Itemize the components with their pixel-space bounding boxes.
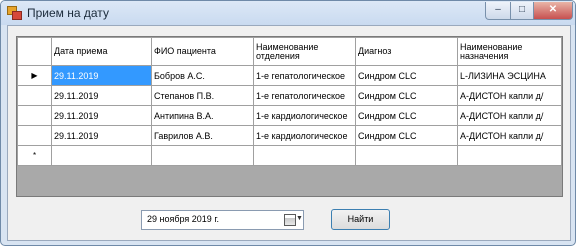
find-button[interactable]: Найти xyxy=(331,209,390,230)
header-row: Дата приема ФИО пациента Наименование от… xyxy=(17,37,562,66)
appointments-grid[interactable]: Дата приема ФИО пациента Наименование от… xyxy=(16,36,563,197)
cell-date[interactable]: 29.11.2019 xyxy=(51,125,152,146)
close-button[interactable]: ✕ xyxy=(533,2,573,20)
table-row[interactable]: 29.11.2019 Гаврилов А.В. 1-е кардиологич… xyxy=(17,125,562,146)
cell-diagnosis[interactable]: Синдром CLC xyxy=(355,85,458,106)
cell-patient[interactable]: Бобров А.С. xyxy=(151,65,254,86)
cell-patient[interactable] xyxy=(151,145,254,166)
title-bar[interactable]: Прием на дату – □ ✕ xyxy=(1,1,575,25)
column-header-diagnosis[interactable]: Диагноз xyxy=(355,37,458,66)
cell-date[interactable] xyxy=(51,145,152,166)
cell-prescription[interactable]: А-ДИСТОН капли д/ xyxy=(457,85,562,106)
date-picker[interactable]: 29 ноября 2019 г. ▼ xyxy=(141,210,304,230)
cell-patient[interactable]: Степанов П.В. xyxy=(151,85,254,106)
corner-header-cell xyxy=(17,37,52,66)
cell-department[interactable] xyxy=(253,145,356,166)
table-row[interactable]: 29.11.2019 Степанов П.В. 1-е гепатологич… xyxy=(17,85,562,106)
row-header-cell[interactable] xyxy=(17,125,52,146)
current-row-indicator[interactable]: ▶ xyxy=(17,65,52,86)
cell-date[interactable]: 29.11.2019 xyxy=(51,65,152,86)
cell-department[interactable]: 1-е кардиологическое xyxy=(253,125,356,146)
chevron-down-icon[interactable]: ▼ xyxy=(296,215,303,222)
minimize-button[interactable]: – xyxy=(485,2,511,20)
cell-patient[interactable]: Гаврилов А.В. xyxy=(151,125,254,146)
new-row-indicator[interactable]: * xyxy=(17,145,52,166)
cell-department[interactable]: 1-е кардиологическое xyxy=(253,105,356,126)
cell-department[interactable]: 1-е гепатологическое xyxy=(253,65,356,86)
cell-diagnosis[interactable]: Синдром CLC xyxy=(355,105,458,126)
date-picker-value[interactable]: 29 ноября 2019 г. xyxy=(147,214,219,224)
column-header-date[interactable]: Дата приема xyxy=(51,37,152,66)
main-window: Прием на дату – □ ✕ Дата приема ФИО паци… xyxy=(0,0,576,246)
calendar-icon[interactable] xyxy=(284,214,296,226)
column-header-prescription[interactable]: Наименование назначения xyxy=(457,37,562,66)
cell-department[interactable]: 1-е гепатологическое xyxy=(253,85,356,106)
grid-table: Дата приема ФИО пациента Наименование от… xyxy=(17,37,562,166)
table-row[interactable]: ▶ 29.11.2019 Бобров А.С. 1-е гепатологич… xyxy=(17,65,562,86)
cell-diagnosis[interactable]: Синдром CLC xyxy=(355,125,458,146)
form-client-area: Дата приема ФИО пациента Наименование от… xyxy=(7,25,571,241)
new-row[interactable]: * xyxy=(17,145,562,166)
row-header-cell[interactable] xyxy=(17,85,52,106)
row-header-cell[interactable] xyxy=(17,105,52,126)
column-header-patient[interactable]: ФИО пациента xyxy=(151,37,254,66)
cell-date[interactable]: 29.11.2019 xyxy=(51,85,152,106)
cell-prescription[interactable]: L-ЛИЗИНА ЭСЦИНА xyxy=(457,65,562,86)
cell-date[interactable]: 29.11.2019 xyxy=(51,105,152,126)
cell-diagnosis[interactable]: Синдром CLC xyxy=(355,65,458,86)
maximize-button[interactable]: □ xyxy=(510,2,534,20)
table-row[interactable]: 29.11.2019 Антипина В.А. 1-е кардиологич… xyxy=(17,105,562,126)
cell-prescription[interactable]: А-ДИСТОН капли д/ xyxy=(457,105,562,126)
column-header-department[interactable]: Наименование отделения xyxy=(253,37,356,66)
app-icon xyxy=(7,6,22,20)
cell-patient[interactable]: Антипина В.А. xyxy=(151,105,254,126)
cell-prescription[interactable]: А-ДИСТОН капли д/ xyxy=(457,125,562,146)
cell-diagnosis[interactable] xyxy=(355,145,458,166)
window-title: Прием на дату xyxy=(27,6,109,20)
cell-prescription[interactable] xyxy=(457,145,562,166)
